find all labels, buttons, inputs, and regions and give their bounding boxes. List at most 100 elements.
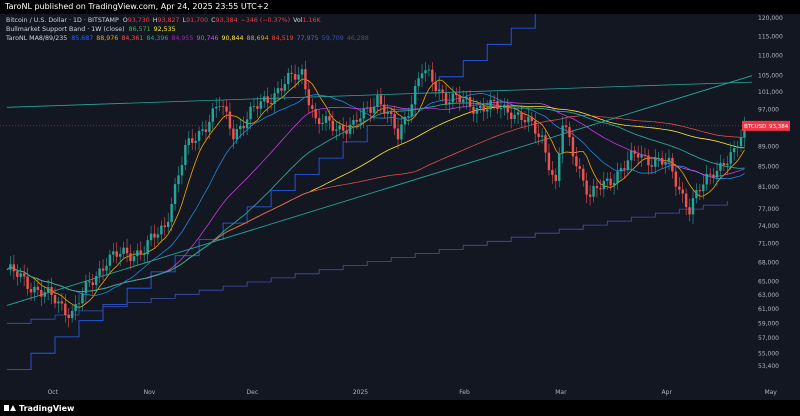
candle-body: [167, 221, 170, 227]
candle-body: [160, 225, 163, 235]
band-values: 86,571 92,535: [129, 25, 179, 34]
ohlc-value: 91,700: [186, 17, 209, 24]
candle-body: [547, 152, 551, 171]
candle-body: [348, 124, 352, 134]
candle-body: [619, 168, 623, 172]
candle-body: [417, 78, 420, 87]
candle-body: [338, 125, 341, 130]
time-label: Nov: [144, 389, 156, 396]
candle-body: [64, 303, 67, 316]
candle-body: [691, 198, 695, 215]
candle-body: [592, 186, 595, 197]
candle-body: [331, 120, 335, 131]
price-label: 71,000: [758, 241, 779, 248]
candle-body: [180, 165, 184, 176]
candle-body: [36, 286, 40, 290]
candle-body: [263, 96, 266, 102]
candle-body: [208, 121, 211, 132]
candle-body: [311, 105, 314, 110]
candle-body: [413, 86, 417, 105]
price-label: 57,000: [758, 335, 779, 342]
candle-body: [393, 113, 396, 129]
candle-body: [139, 250, 142, 255]
ma-value: 90,844: [221, 35, 244, 42]
candle-body: [184, 145, 187, 166]
ma-value: 77,975: [296, 35, 319, 42]
candle-body: [112, 251, 115, 255]
band-value: 86,571: [128, 26, 151, 33]
candle-body: [736, 146, 739, 149]
published-text: TaroNL published on TradingView.com, Apr…: [5, 2, 269, 11]
candle-body: [29, 289, 33, 293]
candle-body: [314, 109, 317, 119]
candle-body: [719, 162, 722, 171]
candle-body: [486, 109, 489, 112]
candle-body: [43, 292, 46, 297]
candle-body: [290, 72, 293, 74]
candle-body: [191, 138, 194, 143]
candle-body: [218, 105, 221, 107]
candle-body: [510, 112, 513, 120]
candle-body: [729, 152, 732, 164]
price-label: 85,000: [758, 163, 779, 170]
candle-body: [674, 171, 678, 187]
price-label: 63,000: [758, 292, 779, 299]
candle-body: [489, 99, 492, 110]
candle-body: [520, 112, 523, 121]
candle-body: [695, 190, 698, 199]
candle-body: [341, 125, 345, 131]
candle-body: [609, 178, 612, 186]
candle-body: [660, 157, 664, 165]
price-axis: 120,000 115,000 110,000 105,000 101,000 97,00…: [742, 14, 800, 400]
candle-body: [256, 106, 259, 109]
candle-body: [245, 119, 249, 129]
indicator-lines: [0, 14, 767, 370]
ma-value: 84,396: [146, 35, 169, 42]
ma-value: 84,519: [271, 35, 294, 42]
candle-body: [129, 253, 132, 262]
candle-body: [242, 125, 245, 129]
tradingview-logo[interactable]: TradingView: [4, 404, 74, 413]
candle-body: [215, 106, 218, 109]
candle-body: [516, 112, 520, 115]
candle-body: [194, 140, 197, 143]
candle-body: [88, 281, 91, 283]
candle-body: [654, 158, 657, 167]
price-chart[interactable]: 120,000 115,000 110,000 105,000 101,000 97,00…: [0, 14, 800, 400]
ma-value: 84,955: [171, 35, 194, 42]
candle-body: [602, 180, 606, 190]
candle-body: [122, 247, 125, 254]
candle-body: [91, 282, 94, 286]
footer-bar: TradingView: [0, 400, 800, 416]
candle-body: [287, 72, 290, 85]
candle-body: [671, 157, 674, 172]
price-label: 120,000: [758, 15, 783, 22]
time-label: Dec: [247, 389, 259, 396]
candle-body: [383, 104, 386, 114]
candle-body: [355, 120, 359, 122]
price-label: 55,000: [758, 351, 779, 358]
candle-body: [568, 127, 571, 138]
ma-title: TaroNL MA8/89/235: [6, 35, 68, 42]
candle-body: [626, 160, 630, 170]
candle-body: [465, 97, 468, 100]
candle-body: [396, 128, 400, 140]
ma-legend-row[interactable]: TaroNL MA8/89/235 85,687 88,976 84,361 84,3…: [6, 34, 372, 43]
candle-body: [300, 69, 304, 75]
candle-body: [575, 156, 578, 167]
band-legend-row[interactable]: Bullmarket Support Band · 1W (close) 86,…: [6, 25, 372, 34]
candles: [9, 60, 746, 328]
candle-body: [84, 281, 88, 294]
candle-body: [211, 108, 214, 122]
candle-body: [345, 130, 348, 134]
candle-body: [684, 193, 688, 208]
candle-body: [170, 204, 173, 222]
candle-body: [582, 168, 585, 181]
candle-body: [461, 99, 465, 103]
symbol-legend-row[interactable]: Bitcoin / U.S. Dollar · 1D · BITSTAMP O9…: [6, 16, 372, 25]
candle-body: [77, 303, 81, 305]
candle-body: [537, 133, 540, 137]
candle-body: [232, 128, 235, 140]
candle-body: [228, 111, 232, 129]
time-axis: Oct Nov Dec 2025 Feb Mar Apr May: [48, 389, 778, 396]
